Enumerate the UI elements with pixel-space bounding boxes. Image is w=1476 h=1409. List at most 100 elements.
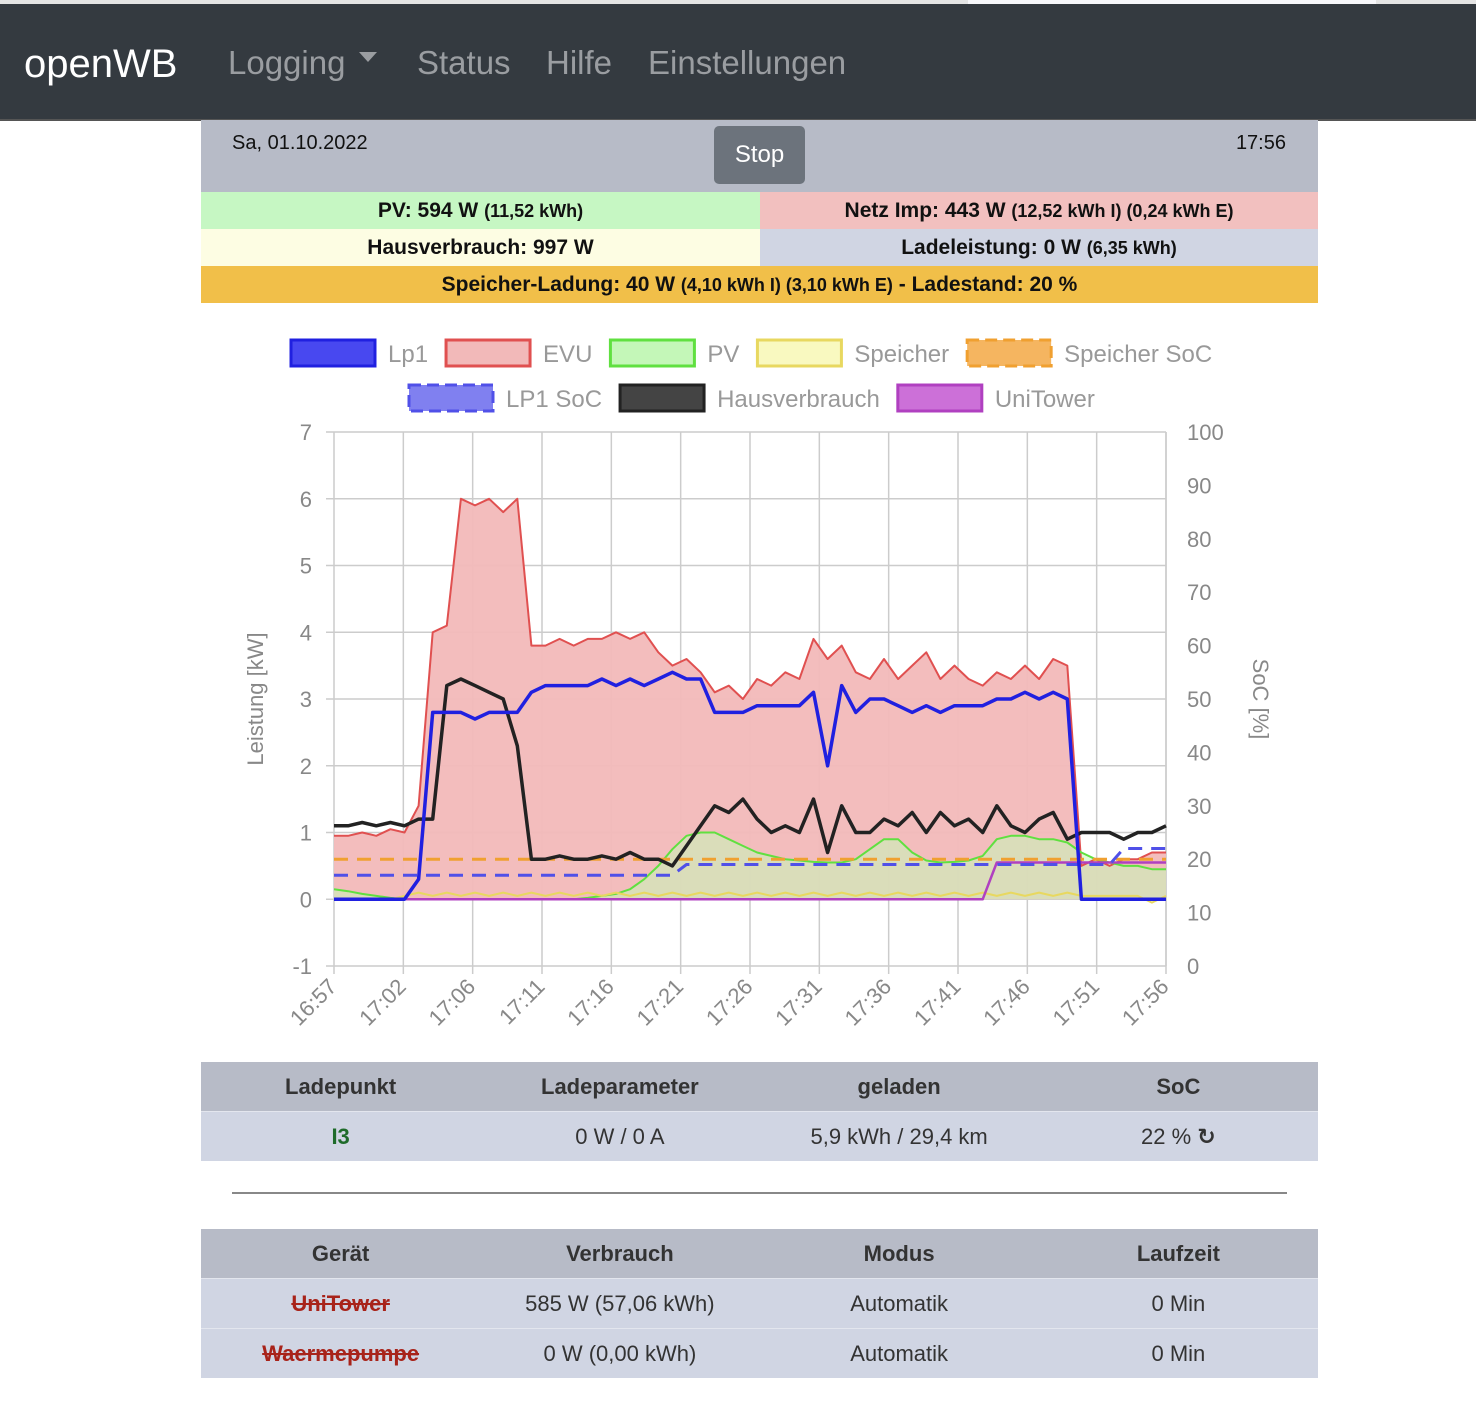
table-row: I3 0 W / 0 A 5,9 kWh / 29,4 km 22 % ↻ bbox=[201, 1111, 1318, 1161]
x-tick-label: 17:16 bbox=[562, 974, 619, 1031]
table-header: Gerät Verbrauch Modus Laufzeit bbox=[201, 1229, 1318, 1278]
legend-swatch bbox=[289, 338, 377, 368]
table-header: Ladepunkt Ladeparameter geladen SoC bbox=[201, 1062, 1318, 1111]
y2-tick-label: 70 bbox=[1187, 580, 1211, 605]
legend-item[interactable]: Hausverbrauch bbox=[717, 386, 880, 413]
time: 17:56 bbox=[1235, 132, 1286, 154]
col-soc: SoC bbox=[1156, 1073, 1201, 1099]
pv-value: PV: 594 W bbox=[377, 199, 479, 222]
table-row: UniTower 585 W (57,06 kWh) Automatik 0 M… bbox=[201, 1278, 1318, 1328]
caret-down-icon bbox=[359, 52, 378, 63]
stop-button[interactable]: Stop bbox=[714, 126, 805, 184]
ladeparameter: 0 W / 0 A bbox=[575, 1123, 665, 1149]
x-tick-label: 17:06 bbox=[424, 974, 481, 1031]
geladen: 5,9 kWh / 29,4 km bbox=[810, 1123, 988, 1149]
x-tick-label: 17:46 bbox=[978, 974, 1035, 1031]
ladepunkt-name[interactable]: I3 bbox=[201, 1124, 480, 1150]
x-tick-label: 17:56 bbox=[1117, 974, 1174, 1031]
nav-hilfe[interactable]: Hilfe bbox=[546, 44, 612, 82]
y-tick-label: 5 bbox=[300, 554, 312, 579]
device-modus: Automatik bbox=[850, 1290, 949, 1316]
device-laufzeit: 0 Min bbox=[1151, 1290, 1206, 1316]
legend-swatch bbox=[965, 338, 1053, 368]
col-ladepunkt: Ladepunkt bbox=[285, 1073, 397, 1099]
divider bbox=[232, 1192, 1287, 1194]
soc-value: 22 % bbox=[1141, 1123, 1192, 1149]
lade-energy: (6,35 kWh) bbox=[1086, 238, 1177, 258]
legend-swatch bbox=[608, 338, 696, 368]
y2-tick-label: 10 bbox=[1187, 901, 1211, 926]
device-modus: Automatik bbox=[850, 1340, 949, 1366]
status-header: Sa, 01.10.2022 Stop 17:56 bbox=[201, 120, 1318, 192]
pv-energy: (11,52 kWh) bbox=[484, 201, 584, 221]
y2-tick-label: 60 bbox=[1187, 634, 1211, 659]
legend-item[interactable]: PV bbox=[707, 341, 739, 368]
y2-tick-label: 0 bbox=[1187, 954, 1199, 979]
lade-summary: Ladeleistung: 0 W (6,35 kWh) bbox=[760, 229, 1318, 266]
col-geladen: geladen bbox=[857, 1073, 941, 1099]
device-laufzeit: 0 Min bbox=[1151, 1340, 1206, 1366]
y2-tick-label: 30 bbox=[1187, 794, 1211, 819]
nav-logging[interactable]: Logging bbox=[228, 44, 378, 82]
y-tick-label: 7 bbox=[300, 420, 312, 445]
x-tick-label: 17:36 bbox=[840, 974, 897, 1031]
y-axis-label: Leistung [kW] bbox=[243, 632, 268, 765]
device-name[interactable]: UniTower bbox=[201, 1291, 480, 1317]
speicher-summary: Speicher-Ladung: 40 W (4,10 kWh I) (3,10… bbox=[201, 266, 1318, 303]
speicher-energy: (4,10 kWh I) (3,10 kWh E) bbox=[680, 275, 893, 295]
soc-cell: 22 % ↻ bbox=[1039, 1124, 1318, 1150]
y2-tick-label: 80 bbox=[1187, 527, 1211, 552]
brand-logo[interactable]: openWB bbox=[24, 42, 177, 87]
x-tick-label: 17:21 bbox=[632, 974, 689, 1031]
y-tick-label: 6 bbox=[300, 487, 312, 512]
netz-energy: (12,52 kWh I) (0,24 kWh E) bbox=[1011, 201, 1234, 221]
x-tick-label: 17:41 bbox=[909, 974, 966, 1031]
y2-tick-label: 20 bbox=[1187, 847, 1211, 872]
x-tick-label: 17:11 bbox=[494, 974, 549, 1029]
legend-item[interactable]: Speicher SoC bbox=[1064, 341, 1212, 368]
legend-swatch bbox=[618, 383, 706, 413]
geraete-table: Gerät Verbrauch Modus Laufzeit UniTower … bbox=[201, 1229, 1318, 1378]
table-row: Waermepumpe 0 W (0,00 kWh) Automatik 0 M… bbox=[201, 1328, 1318, 1378]
legend-item[interactable]: Speicher bbox=[854, 341, 949, 368]
refresh-icon[interactable]: ↻ bbox=[1197, 1124, 1215, 1149]
legend-swatch bbox=[407, 383, 495, 413]
speicher-value: Speicher-Ladung: 40 W bbox=[441, 273, 676, 296]
device-name[interactable]: Waermepumpe bbox=[201, 1341, 480, 1367]
device-verbrauch: 585 W (57,06 kWh) bbox=[525, 1290, 715, 1316]
y-tick-label: 4 bbox=[300, 620, 312, 645]
col-verbrauch: Verbrauch bbox=[566, 1240, 674, 1266]
haus-value: Hausverbrauch: 997 W bbox=[367, 236, 594, 259]
y2-axis-label: SoC [%] bbox=[1248, 659, 1273, 740]
legend-item[interactable]: EVU bbox=[543, 341, 592, 368]
x-tick-label: 17:02 bbox=[354, 974, 411, 1031]
power-chart: -101234567010203040506070809010016:57 17:… bbox=[243, 338, 1273, 1031]
legend-item[interactable]: Lp1 bbox=[388, 341, 428, 368]
date: Sa, 01.10.2022 bbox=[232, 132, 368, 154]
lade-value: Ladeleistung: 0 W bbox=[901, 236, 1081, 259]
legend-swatch bbox=[896, 383, 984, 413]
x-tick-label: 17:51 bbox=[1048, 974, 1105, 1031]
y2-tick-label: 50 bbox=[1187, 687, 1211, 712]
netz-summary: Netz Imp: 443 W (12,52 kWh I) (0,24 kWh … bbox=[760, 192, 1318, 229]
legend-swatch bbox=[444, 338, 532, 368]
nav-logging-label: Logging bbox=[228, 44, 346, 81]
nav-status[interactable]: Status bbox=[417, 44, 511, 82]
nav-einstellungen[interactable]: Einstellungen bbox=[648, 44, 846, 82]
col-geraet: Gerät bbox=[311, 1240, 370, 1266]
x-tick-label: 17:26 bbox=[701, 974, 758, 1031]
y-tick-label: -1 bbox=[292, 954, 312, 979]
device-verbrauch: 0 W (0,00 kWh) bbox=[543, 1340, 697, 1366]
x-tick-label: 17:31 bbox=[770, 974, 827, 1031]
col-ladeparameter: Ladeparameter bbox=[541, 1073, 699, 1099]
legend-item[interactable]: UniTower bbox=[995, 386, 1095, 413]
y2-tick-label: 40 bbox=[1187, 740, 1211, 765]
netz-value: Netz Imp: 443 W bbox=[844, 199, 1006, 222]
x-tick-label: 16:57 bbox=[285, 974, 342, 1031]
legend-item[interactable]: LP1 SoC bbox=[506, 386, 602, 413]
ladepunkt-table: Ladepunkt Ladeparameter geladen SoC I3 0… bbox=[201, 1062, 1318, 1161]
haus-summary: Hausverbrauch: 997 W bbox=[201, 229, 760, 266]
col-modus: Modus bbox=[863, 1240, 935, 1266]
y-tick-label: 2 bbox=[300, 754, 312, 779]
y-tick-label: 1 bbox=[300, 821, 312, 846]
